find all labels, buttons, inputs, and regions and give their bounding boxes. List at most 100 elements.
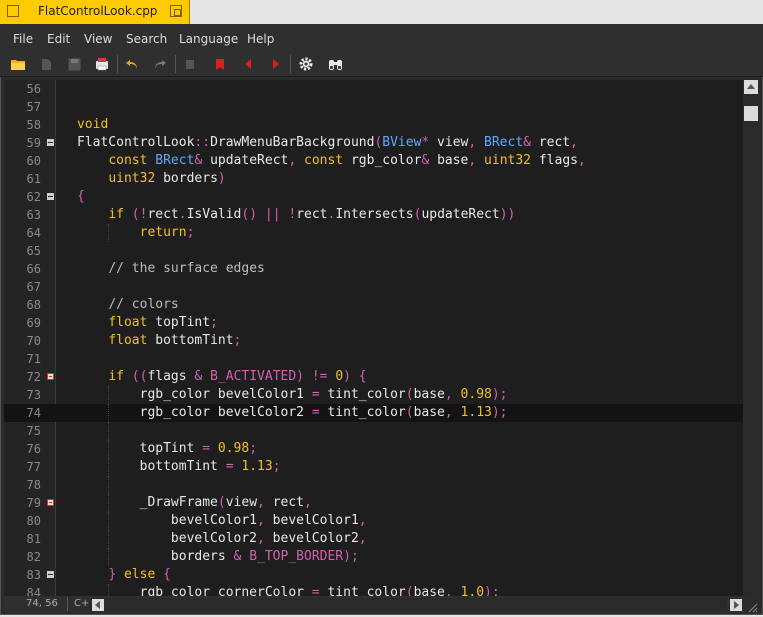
bookmark-icon[interactable] xyxy=(212,56,228,72)
find-icon[interactable] xyxy=(327,56,343,72)
menu-file[interactable]: File xyxy=(13,32,33,46)
code-line[interactable]: 58 void xyxy=(4,116,743,134)
fold-toggle-icon[interactable] xyxy=(47,193,54,200)
redo-icon[interactable] xyxy=(152,56,168,72)
code-token: , xyxy=(304,495,312,510)
code-line[interactable]: 81 bevelColor2, bevelColor2, xyxy=(4,530,743,548)
code-token: ( xyxy=(405,585,414,596)
code-token: rect xyxy=(147,207,179,222)
code-line[interactable]: 56 xyxy=(4,80,743,98)
code-line[interactable]: 79 _DrawFrame(view, rect, xyxy=(4,494,743,512)
code-line[interactable]: 72 if ((flags & B_ACTIVATED) != 0) { xyxy=(4,368,743,386)
current-code-line[interactable]: 74 rgb_color bevelColor2 = tint_color(ba… xyxy=(4,404,743,422)
code-token: (( xyxy=(131,369,148,384)
code-token: 0.98 xyxy=(217,441,250,456)
code-line[interactable]: 59 FlatControlLook::DrawMenuBarBackground… xyxy=(4,134,743,152)
code-token: borders xyxy=(77,549,234,564)
vertical-scrollbar-thumb[interactable] xyxy=(744,106,758,121)
code-token: { xyxy=(163,567,171,582)
code-token: IsValid xyxy=(186,207,242,222)
code-token: bevelColor1 xyxy=(77,513,258,528)
resize-grip-icon[interactable] xyxy=(746,598,758,613)
code-token: 1.13 xyxy=(460,405,492,420)
code-line[interactable]: 62 { xyxy=(4,188,743,206)
code-editor[interactable]: 5657 58 void 59 FlatControlLook::DrawMenuBar… xyxy=(4,80,743,596)
code-line[interactable]: 69 float topTint; xyxy=(4,314,743,332)
code-text: return; xyxy=(77,224,195,242)
code-line[interactable]: 82 borders & B_TOP_BORDER); xyxy=(4,548,743,566)
code-line[interactable]: 57 xyxy=(4,98,743,116)
code-token: float xyxy=(108,333,148,348)
vertical-scrollbar[interactable] xyxy=(743,80,758,596)
line-number: 56 xyxy=(26,82,41,96)
code-line[interactable]: 60 const BRect& updateRect, const rgb_co… xyxy=(4,152,743,170)
undo-icon[interactable] xyxy=(124,56,140,72)
code-token: view xyxy=(225,495,258,510)
code-line[interactable]: 66 // the surface edges xyxy=(4,260,743,278)
code-token: bottomTint xyxy=(147,333,234,348)
menu-view[interactable]: View xyxy=(84,32,112,46)
code-token: // the surface edges xyxy=(108,261,265,276)
code-line[interactable]: 84 rgb_color cornerColor = tint_color(ba… xyxy=(4,584,743,596)
code-token: , xyxy=(257,495,273,510)
code-line[interactable]: 68 // colors xyxy=(4,296,743,314)
menu-help[interactable]: Help xyxy=(247,32,274,46)
code-line[interactable]: 73 rgb_color bevelColor1 = tint_color(ba… xyxy=(4,386,743,404)
code-line[interactable]: 63 if (!rect.IsValid() || !rect.Intersec… xyxy=(4,206,743,224)
code-line[interactable]: 80 bevelColor1, bevelColor1, xyxy=(4,512,743,530)
code-line[interactable]: 65 xyxy=(4,242,743,260)
code-token: ); xyxy=(484,585,500,596)
code-line[interactable]: 83 } else { xyxy=(4,566,743,584)
save-icon[interactable] xyxy=(66,56,82,72)
file-tab[interactable]: FlatControlLook.cpp xyxy=(0,0,190,24)
code-token: = xyxy=(225,459,242,474)
code-line[interactable]: 77 bottomTint = 1.13; xyxy=(4,458,743,476)
open-icon[interactable] xyxy=(10,56,26,72)
menu-edit[interactable]: Edit xyxy=(47,32,70,46)
scroll-up-arrow-icon[interactable] xyxy=(744,80,758,94)
code-token: ); xyxy=(491,387,508,402)
print-icon[interactable] xyxy=(94,56,110,72)
close-icon[interactable] xyxy=(7,5,19,17)
code-line[interactable]: 78 xyxy=(4,476,743,494)
menu-language[interactable]: Language xyxy=(179,32,238,46)
fold-toggle-icon[interactable] xyxy=(47,499,54,506)
prev-bookmark-icon[interactable] xyxy=(240,56,256,72)
scroll-right-arrow-icon[interactable] xyxy=(730,599,742,611)
code-line[interactable]: 71 xyxy=(4,350,743,368)
zoom-icon[interactable] xyxy=(170,5,182,17)
menu-search[interactable]: Search xyxy=(126,32,167,46)
horizontal-scrollbar[interactable] xyxy=(89,598,727,611)
code-token: = xyxy=(311,405,328,420)
settings-icon[interactable] xyxy=(298,56,314,72)
code-token: , xyxy=(468,153,485,168)
scroll-left-arrow-icon[interactable] xyxy=(92,599,104,611)
reload-icon[interactable] xyxy=(38,56,54,72)
code-token: , xyxy=(257,513,273,528)
fold-toggle-icon[interactable] xyxy=(47,373,54,380)
code-line[interactable]: 67 xyxy=(4,278,743,296)
code-token: , xyxy=(288,153,304,168)
line-number: 77 xyxy=(26,460,41,474)
code-text: if (!rect.IsValid() || !rect.Intersects(… xyxy=(77,206,515,224)
code-token: flags xyxy=(147,369,187,384)
code-token: view xyxy=(429,135,469,150)
code-token: return xyxy=(139,225,187,240)
next-bookmark-icon[interactable] xyxy=(268,56,284,72)
fold-toggle-icon[interactable] xyxy=(47,571,54,578)
code-token: ( xyxy=(405,387,414,402)
fold-toggle-icon[interactable] xyxy=(47,139,54,146)
cut-icon[interactable] xyxy=(182,56,198,72)
code-line[interactable]: 75 xyxy=(4,422,743,440)
code-line[interactable]: 70 float bottomTint; xyxy=(4,332,743,350)
code-line[interactable]: 61 uint32 borders) xyxy=(4,170,743,188)
code-token: rect xyxy=(296,207,328,222)
code-line[interactable]: 76 topTint = 0.98; xyxy=(4,440,743,458)
code-line[interactable]: 64 return; xyxy=(4,224,743,242)
code-token: tint_color xyxy=(327,585,406,596)
